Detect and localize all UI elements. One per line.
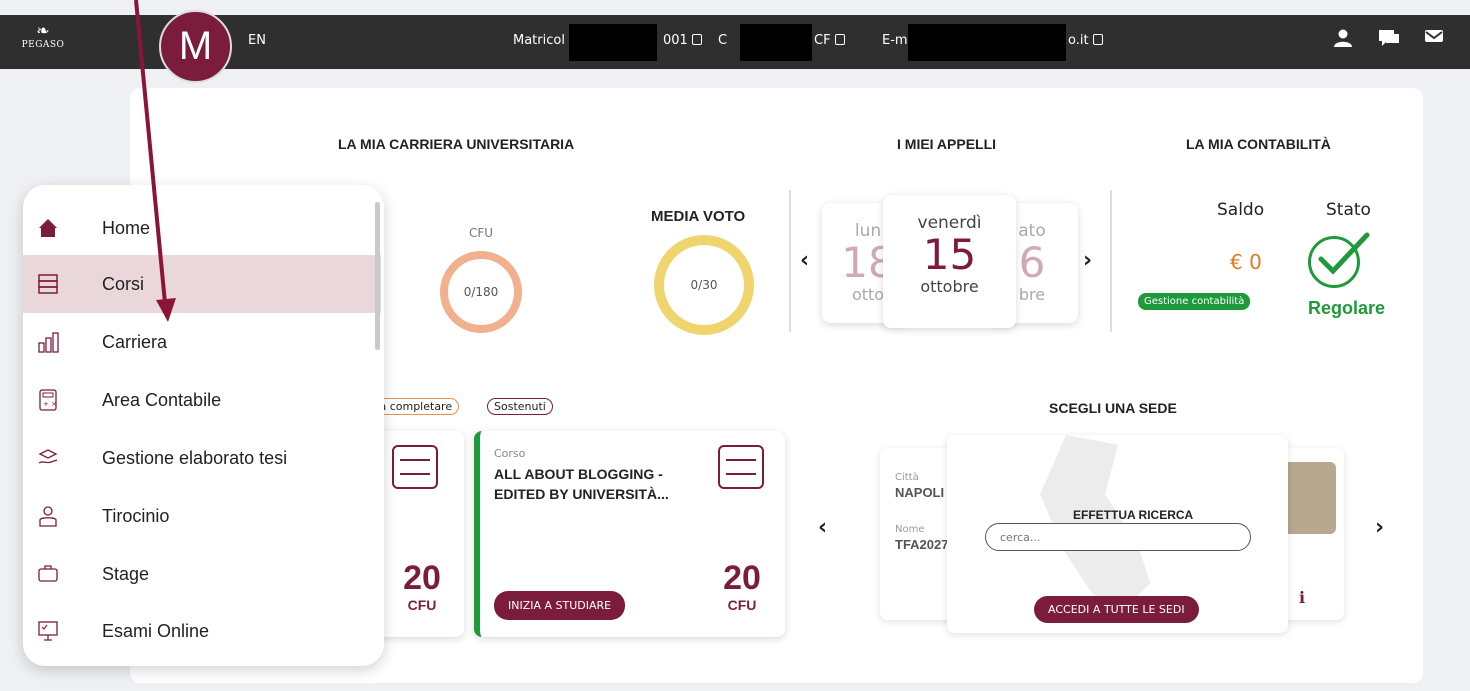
annotation-arrow: [134, 0, 176, 322]
